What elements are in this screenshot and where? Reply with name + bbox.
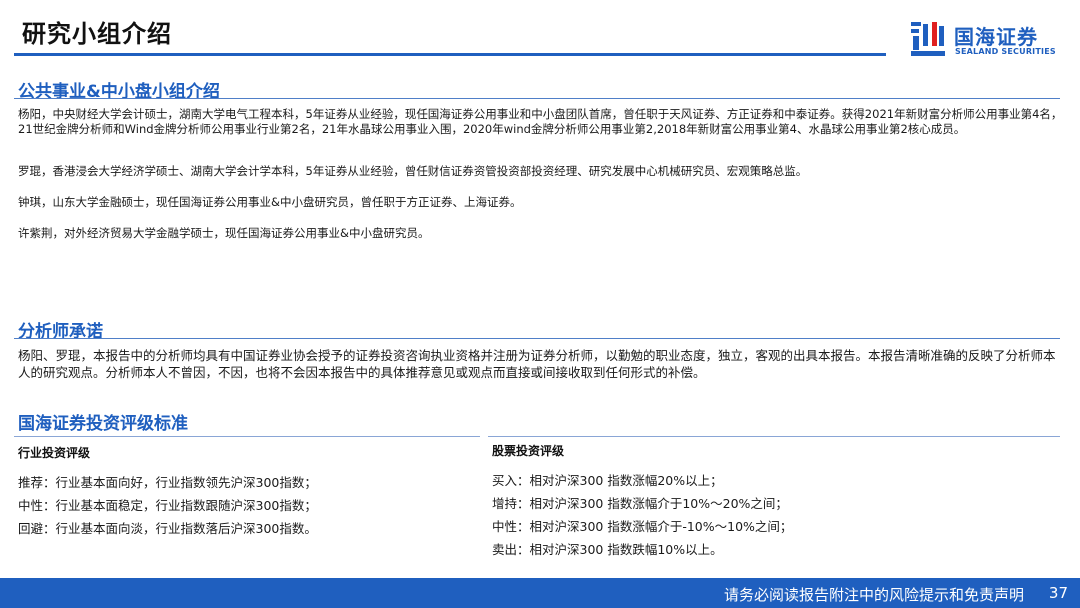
- company-logo: 国海证券 SEALAND SECURITIES: [908, 20, 1068, 60]
- stock-rating-title: 股票投资评级: [492, 444, 565, 458]
- stock-rating-line: 增持：相对沪深300 指数涨幅介于10%～20%之间；: [492, 496, 788, 511]
- industry-rating-line: 回避：行业基本面向淡，行业指数落后沪深300指数。: [18, 521, 317, 536]
- team-member-bio: 罗琨，香港浸会大学经济学硕士、湖南大学会计学本科，5年证券从业经验，曾任财信证券…: [18, 164, 808, 178]
- footer-disclaimer: 请务必阅读报告附注中的风险提示和免责声明: [723, 586, 1024, 604]
- industry-column-rule: [14, 436, 480, 437]
- logo-text-en: SEALAND SECURITIES: [955, 47, 1056, 56]
- industry-rating-line: 推荐：行业基本面向好，行业指数领先沪深300指数；: [18, 475, 317, 490]
- team-section-rule: [14, 98, 1060, 99]
- commitment-section-rule: [14, 338, 1060, 339]
- team-member-bio: 许紫荆，对外经济贸易大学金融学硕士，现任国海证券公用事业&中小盘研究员。: [18, 226, 430, 240]
- team-member-bio: 钟琪，山东大学金融硕士，现任国海证券公用事业&中小盘研究员，曾任职于方正证券、上…: [18, 195, 522, 209]
- page-number: 37: [1048, 584, 1068, 602]
- stock-column-rule: [488, 436, 1060, 437]
- sealand-logo-icon: [911, 22, 945, 56]
- stock-rating-line: 中性：相对沪深300 指数涨幅介于-10%～10%之间；: [492, 519, 793, 534]
- commitment-text: 杨阳、罗琨，本报告中的分析师均具有中国证券业协会授予的证券投资咨询执业资格并注册…: [18, 348, 1056, 380]
- page-title: 研究小组介绍: [22, 20, 172, 48]
- stock-rating-line: 卖出：相对沪深300 指数跌幅10%以上。: [492, 542, 723, 557]
- industry-rating-line: 中性：行业基本面稳定，行业指数跟随沪深300指数；: [18, 498, 317, 513]
- rating-section-heading: 国海证券投资评级标准: [18, 414, 188, 434]
- industry-rating-title: 行业投资评级: [18, 446, 91, 460]
- title-underline: [14, 53, 886, 56]
- stock-rating-line: 买入：相对沪深300 指数涨幅20%以上；: [492, 473, 723, 488]
- logo-text-cn: 国海证券: [954, 25, 1038, 49]
- team-member-bio: 杨阳，中央财经大学会计硕士，湖南大学电气工程本科，5年证券从业经验，现任国海证券…: [18, 107, 1063, 136]
